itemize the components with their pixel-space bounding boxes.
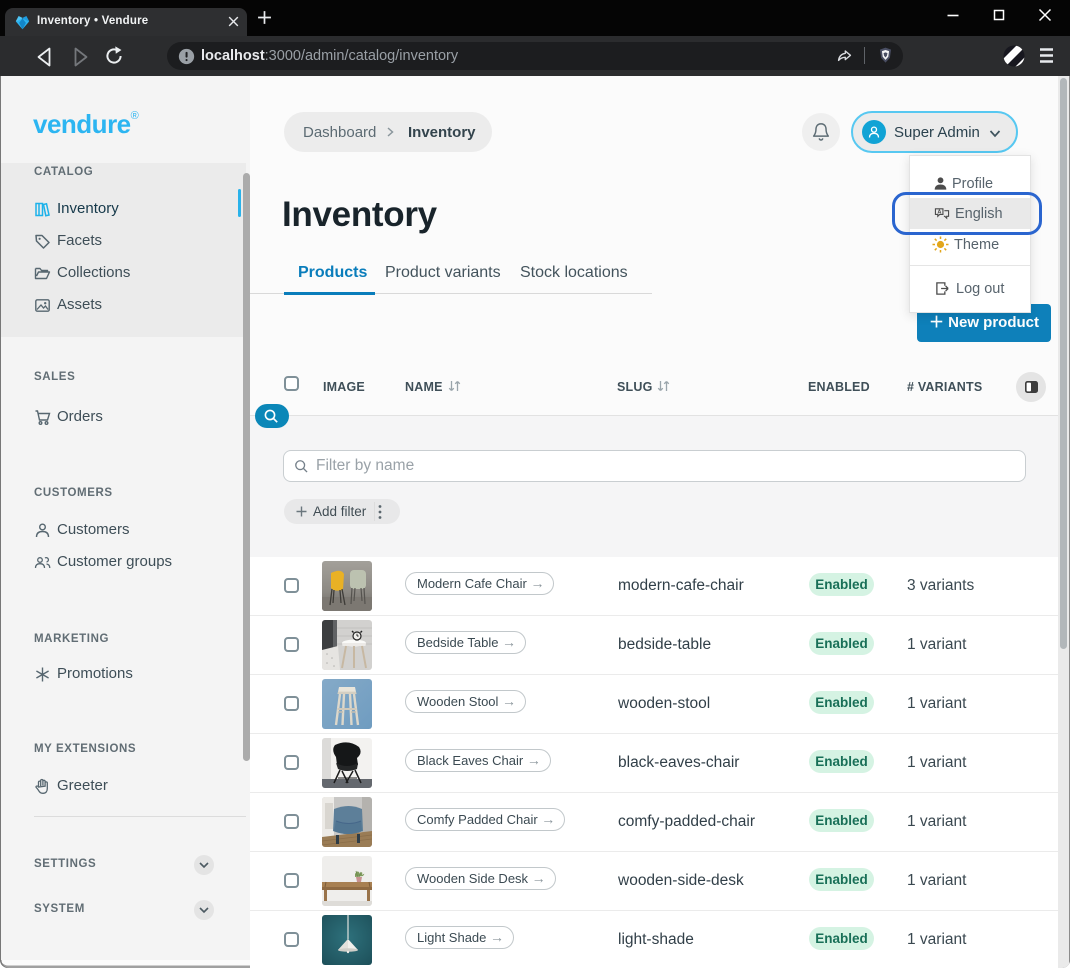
svg-text:A: A [937, 210, 941, 216]
